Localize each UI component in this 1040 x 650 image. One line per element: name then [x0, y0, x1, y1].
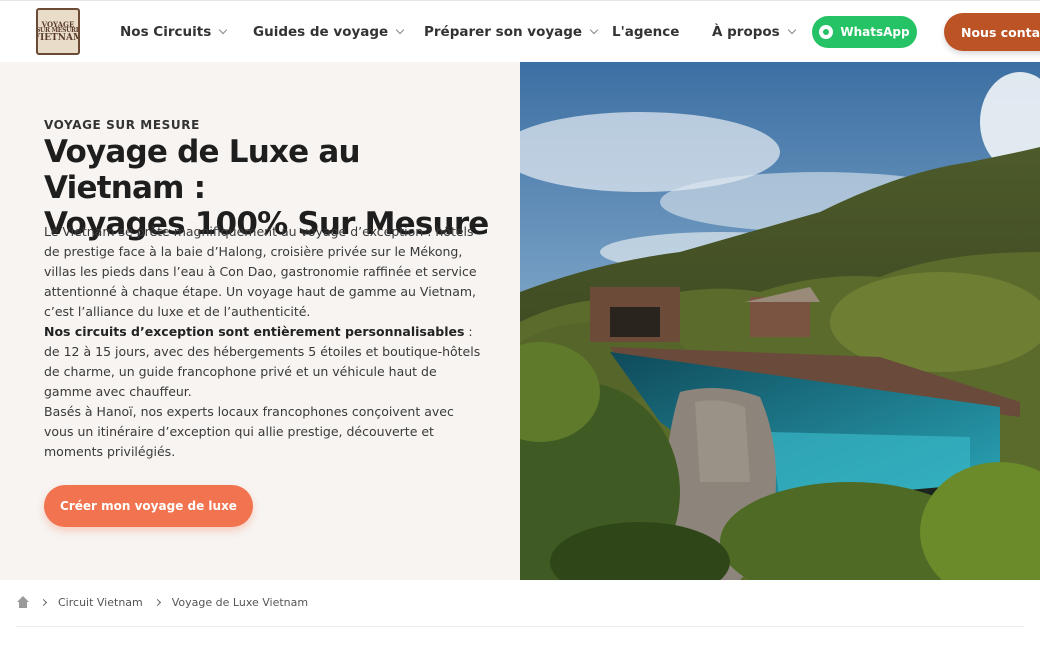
cta-label: Créer mon voyage de luxe: [60, 499, 237, 513]
create-luxury-trip-button[interactable]: Créer mon voyage de luxe: [44, 485, 253, 527]
chevron-down-icon: [589, 25, 599, 35]
nav-item-label: L'agence: [612, 24, 680, 40]
hero-paragraph-1: Le Vietnam se prête magnifiquement au vo…: [44, 224, 477, 319]
brand-logo[interactable]: VOYAGE SUR MESURE VIETNAM: [36, 8, 80, 55]
whatsapp-label: WhatsApp: [840, 25, 910, 39]
nav-item-label: Guides de voyage: [253, 24, 389, 40]
hero-eyebrow: VOYAGE SUR MESURE: [44, 118, 200, 132]
hero-paragraph-2: Nos circuits d’exception sont entièremen…: [44, 322, 484, 402]
site-header: VOYAGE SUR MESURE VIETNAM Nos Circuits G…: [0, 0, 1040, 62]
nav-item-preparer[interactable]: Préparer son voyage: [424, 1, 599, 63]
nav-item-agence[interactable]: L'agence: [612, 1, 679, 63]
nav-item-a-propos[interactable]: À propos: [712, 1, 796, 63]
divider: [16, 626, 1024, 627]
whatsapp-icon: [819, 25, 834, 39]
hero-paragraph-2-bold: Nos circuits d’exception sont entièremen…: [44, 324, 465, 339]
luxury-villa-pool-image: [520, 62, 1040, 580]
chevron-right-icon: [39, 598, 48, 606]
chevron-right-icon: [153, 598, 161, 606]
nav-item-guides[interactable]: Guides de voyage: [253, 1, 405, 63]
contact-button[interactable]: Nous contacter: [944, 13, 1040, 51]
nav-item-label: Préparer son voyage: [424, 24, 583, 40]
hero-description: Le Vietnam se prête magnifiquement au vo…: [44, 222, 484, 462]
nav-item-label: Nos Circuits: [120, 24, 212, 40]
contact-label: Nous contacter: [961, 24, 1040, 40]
home-icon[interactable]: [16, 596, 29, 608]
hero-paragraph-3: Basés à Hanoï, nos experts locaux franco…: [44, 404, 454, 459]
breadcrumb-current: Voyage de Luxe Vietnam: [171, 595, 309, 609]
breadcrumb-link-circuit-vietnam[interactable]: Circuit Vietnam: [58, 596, 143, 609]
title-line-1: Voyage de Luxe au Vietnam :: [44, 134, 361, 206]
logo-text-line3: VIETNAM: [38, 32, 80, 43]
breadcrumb: Circuit Vietnam Voyage de Luxe Vietnam: [16, 592, 308, 612]
nav-item-label: À propos: [712, 24, 780, 40]
chevron-down-icon: [787, 25, 796, 35]
whatsapp-button[interactable]: WhatsApp: [812, 16, 917, 48]
chevron-down-icon: [218, 25, 228, 35]
nav-item-nos-circuits[interactable]: Nos Circuits: [120, 1, 228, 63]
hero-image: [520, 62, 1040, 580]
chevron-down-icon: [395, 25, 405, 35]
